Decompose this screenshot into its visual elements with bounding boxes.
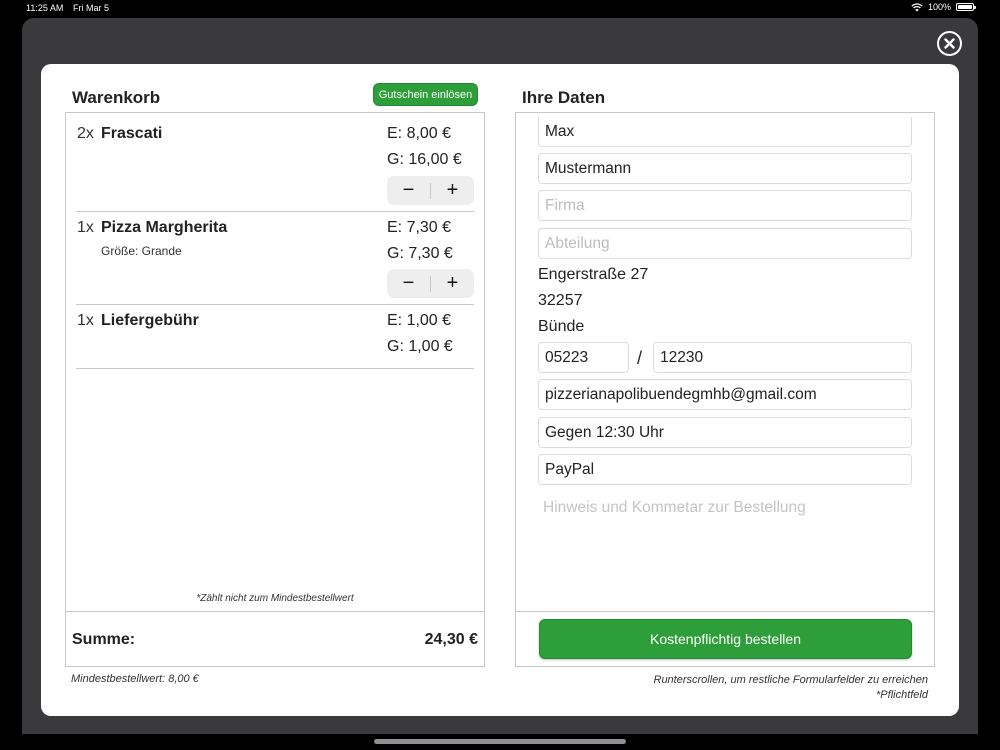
battery-percent: 100%: [927, 2, 951, 12]
cart-item-delivery-fee: 1x Liefergebühr E: 1,00 € G: 1,00 €: [76, 305, 474, 369]
phone-number-field[interactable]: 12230: [653, 342, 912, 373]
quantity-stepper: − +: [387, 176, 474, 205]
item-total-price: G: 7,30 €: [387, 245, 453, 262]
email-field[interactable]: pizzerianapolibuendegmhb@gmail.com: [538, 379, 912, 410]
item-detail: Größe: Grande: [101, 244, 182, 258]
close-button[interactable]: [937, 31, 962, 56]
status-bar: 11:25 AM Fri Mar 5 100%: [0, 0, 1000, 16]
cart-panel: 2x Frascati E: 8,00 € G: 16,00 € − + 1x …: [65, 112, 485, 667]
footer-notes: Runterscrollen, um restliche Formularfel…: [654, 673, 929, 703]
close-icon: [944, 38, 955, 49]
increment-button[interactable]: +: [431, 176, 474, 205]
order-card: Warenkorb Gutschein einlösen Ihre Daten …: [41, 64, 959, 716]
min-order-note: *Zählt nicht zum Mindestbestellwert: [196, 593, 354, 604]
required-note: *Pflichtfeld: [876, 689, 928, 701]
item-quantity: 2x: [77, 125, 94, 142]
item-quantity: 1x: [77, 312, 94, 329]
cart-item-frascati: 2x Frascati E: 8,00 € G: 16,00 € − +: [76, 113, 474, 212]
customer-data-title: Ihre Daten: [522, 88, 606, 107]
delivery-time-select[interactable]: Gegen 12:30 Uhr: [538, 417, 912, 448]
item-name: Liefergebühr: [101, 312, 199, 329]
battery-icon: [956, 3, 976, 11]
status-time: 11:25 AM: [26, 3, 64, 13]
cart-title: Warenkorb: [72, 88, 161, 107]
company-field[interactable]: Firma: [538, 190, 912, 221]
last-name-field[interactable]: Mustermann: [538, 153, 912, 184]
item-name: Pizza Margherita: [101, 219, 228, 236]
scroll-hint: Runterscrollen, um restliche Formularfel…: [653, 674, 929, 686]
item-unit-price: E: 8,00 €: [387, 125, 452, 142]
sum-label: Summe:: [72, 631, 136, 648]
min-order-value: Mindestbestellwert: 8,00 €: [71, 673, 199, 685]
divider: [66, 611, 484, 612]
item-unit-price: E: 1,00 €: [387, 312, 452, 329]
status-date: Fri Mar 5: [73, 3, 109, 13]
phone-area-field[interactable]: 05223: [538, 342, 629, 373]
wifi-icon: [911, 2, 923, 11]
first-name-field[interactable]: Max: [538, 117, 912, 147]
payment-method-select[interactable]: PayPal: [538, 454, 912, 485]
place-order-button[interactable]: Kostenpflichtig bestellen: [539, 619, 912, 659]
item-quantity: 1x: [77, 219, 94, 236]
item-total-price: G: 16,00 €: [387, 151, 462, 168]
status-right: 100%: [911, 2, 976, 12]
item-total-price: G: 1,00 €: [387, 338, 453, 355]
home-indicator[interactable]: [374, 739, 626, 744]
item-unit-price: E: 7,30 €: [387, 219, 452, 236]
city-text: Bünde: [538, 318, 585, 335]
redeem-voucher-button[interactable]: Gutschein einlösen: [373, 83, 478, 106]
customer-data-panel: Max Mustermann Firma Abteilung Engerstra…: [515, 112, 935, 667]
department-field[interactable]: Abteilung: [538, 228, 912, 259]
increment-button[interactable]: +: [431, 269, 474, 298]
cart-list: 2x Frascati E: 8,00 € G: 16,00 € − + 1x …: [76, 113, 474, 369]
comment-input[interactable]: Hinweis und Kommetar zur Bestellung: [543, 499, 806, 517]
item-name: Frascati: [101, 125, 163, 142]
cart-item-pizza-margherita: 1x Pizza Margherita Größe: Grande E: 7,3…: [76, 212, 474, 305]
street-text: Engerstraße 27: [538, 266, 649, 283]
zip-text: 32257: [538, 292, 583, 309]
divider: [516, 611, 934, 612]
quantity-stepper: − +: [387, 269, 474, 298]
phone-separator: /: [637, 348, 643, 368]
decrement-button[interactable]: −: [387, 176, 430, 205]
decrement-button[interactable]: −: [387, 269, 430, 298]
sum-value: 24,30 €: [424, 631, 478, 648]
